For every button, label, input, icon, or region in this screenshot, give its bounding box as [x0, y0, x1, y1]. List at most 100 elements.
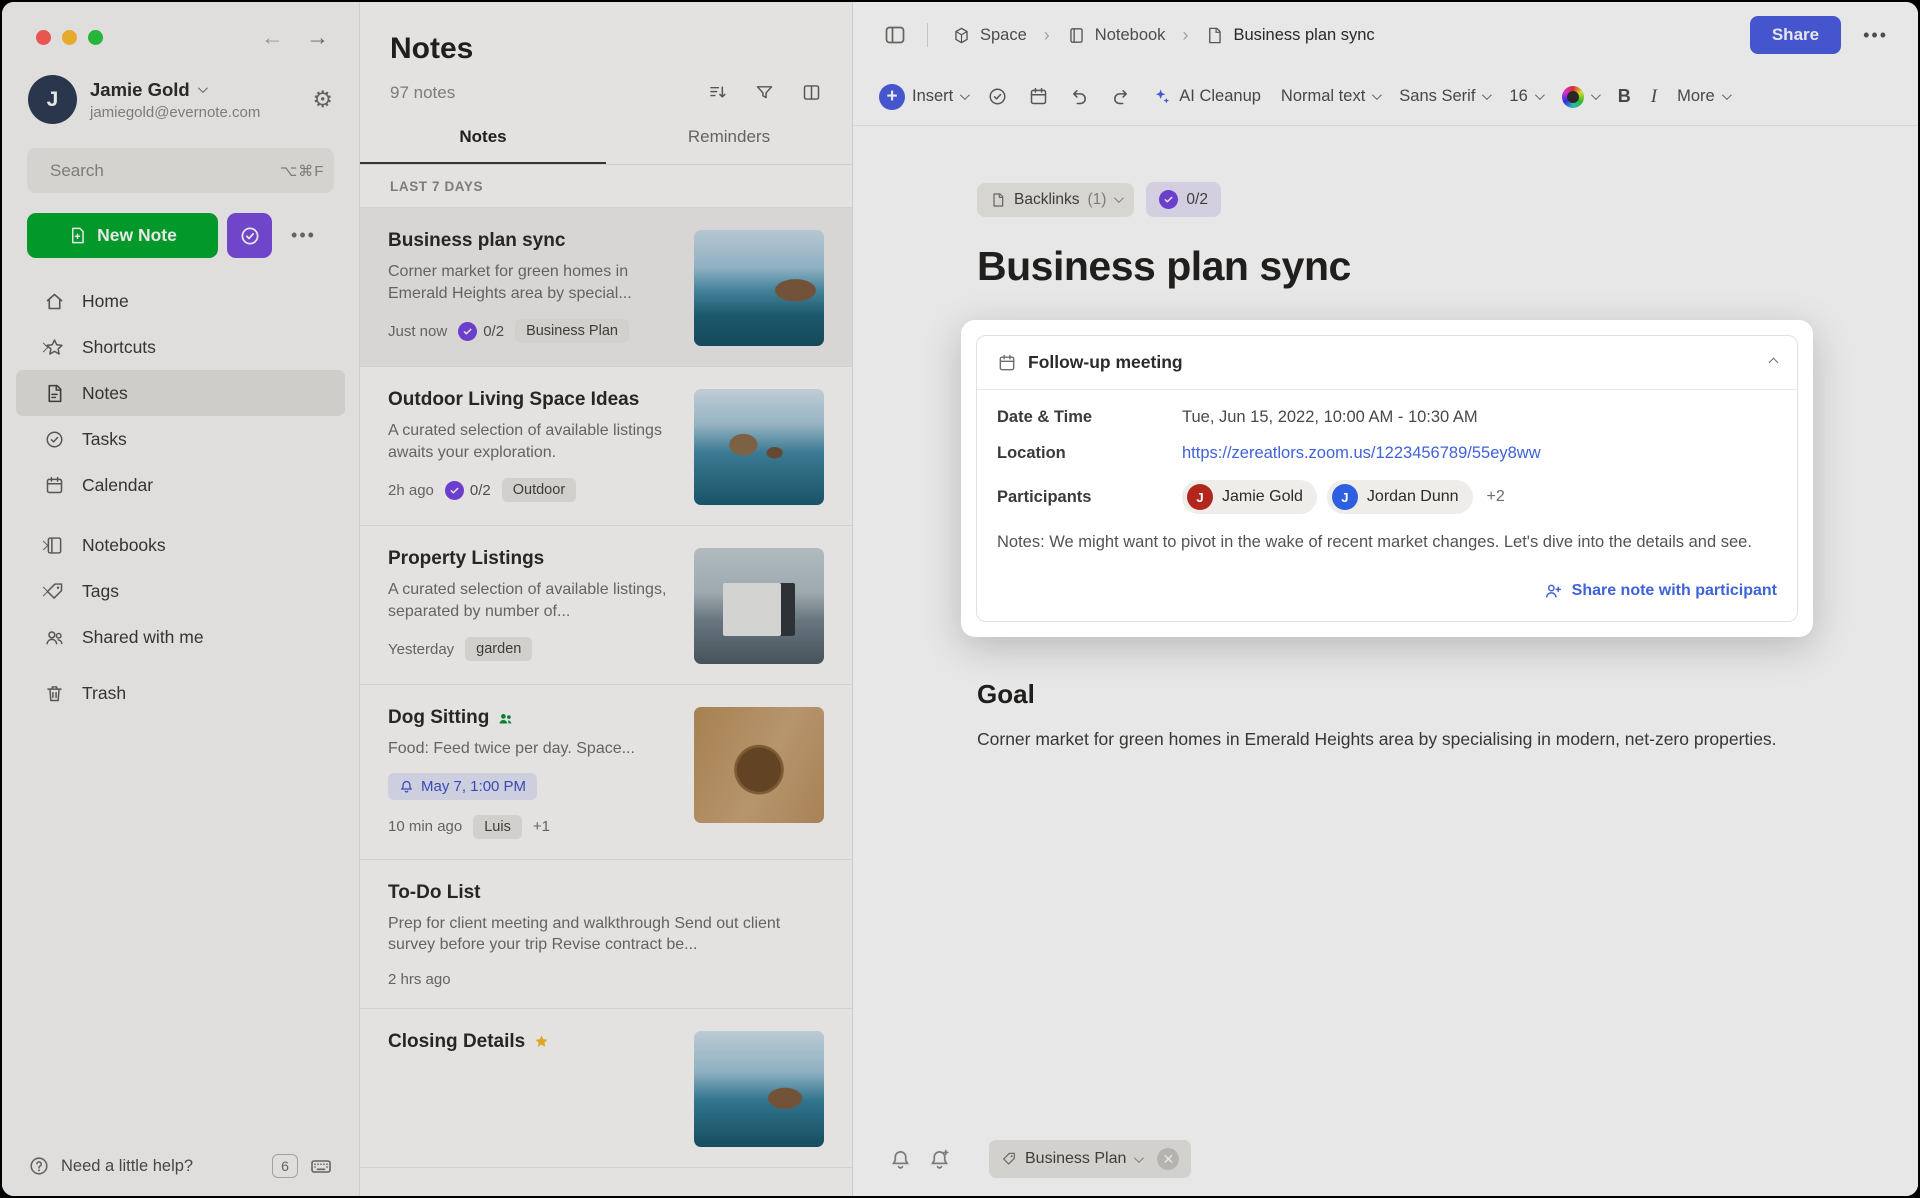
ai-cleanup-button[interactable]: AI Cleanup [1151, 86, 1261, 107]
breadcrumb-notebook[interactable]: Notebook [1067, 26, 1166, 45]
undo-button[interactable] [1069, 86, 1090, 107]
plus-icon: + [879, 84, 905, 110]
meeting-location-link[interactable]: https://zereatlors.zoom.us/1223456789/55… [1182, 444, 1541, 463]
new-task-button[interactable] [227, 213, 272, 258]
search-input[interactable] [50, 161, 271, 181]
note-tag[interactable]: Outdoor [502, 478, 576, 502]
account-menu[interactable]: J Jamie Gold jamiegold@evernote.com ⚙ [2, 57, 359, 134]
tab-reminders[interactable]: Reminders [606, 113, 852, 164]
breadcrumb-note[interactable]: Business plan sync [1205, 26, 1374, 45]
zoom-window-button[interactable] [88, 30, 103, 45]
note-card[interactable]: Closing Details [360, 1009, 852, 1168]
goal-text[interactable]: Corner market for green homes in Emerald… [977, 726, 1797, 753]
text-style-select[interactable]: Normal text [1281, 87, 1379, 106]
note-tag[interactable]: Luis [473, 815, 522, 839]
note-card[interactable]: Dog Sitting Food: Feed twice per day. Sp… [360, 685, 852, 860]
breadcrumb-space[interactable]: Space [952, 26, 1027, 45]
user-name: Jamie Gold [90, 79, 190, 101]
more-formatting-button[interactable]: More [1677, 87, 1729, 106]
tab-notes[interactable]: Notes [360, 113, 606, 164]
star-icon [533, 1033, 550, 1050]
calendar-icon [44, 475, 65, 496]
sidebar-item-trash[interactable]: Trash [16, 670, 345, 716]
people-icon [44, 627, 65, 648]
redo-button[interactable] [1110, 86, 1131, 107]
note-thumbnail [694, 548, 824, 664]
note-title: Business plan sync [388, 230, 676, 252]
italic-button[interactable]: I [1651, 86, 1657, 108]
search-bar[interactable]: ⌥⌘F [27, 148, 334, 193]
insert-button[interactable]: +Insert [879, 84, 967, 110]
font-select[interactable]: Sans Serif [1399, 87, 1489, 106]
meeting-widget-spotlight: Follow-up meeting Date & Time Tue, Jun 1… [961, 320, 1813, 637]
note-more-options-button[interactable]: ••• [1863, 25, 1888, 46]
settings-gear-icon[interactable]: ⚙ [312, 88, 333, 111]
close-window-button[interactable] [36, 30, 51, 45]
reminder-chip[interactable]: May 7, 1:00 PM [388, 773, 537, 800]
reminder-bell-button[interactable] [889, 1148, 912, 1171]
filter-button[interactable] [754, 82, 775, 103]
sidebar-item-notes[interactable]: Notes [16, 370, 345, 416]
note-snippet: A curated selection of available listing… [388, 420, 676, 463]
note-snippet: A curated selection of available listing… [388, 579, 676, 622]
note-time: Just now [388, 323, 447, 340]
back-arrow-button[interactable]: ← [261, 24, 284, 51]
participant-chip[interactable]: J Jamie Gold [1182, 480, 1317, 514]
app-window: ← → J Jamie Gold jamiegold@evernote.com … [2, 2, 1918, 1196]
layout-button[interactable] [801, 82, 822, 103]
sidebar-item-shortcuts[interactable]: Shortcuts [16, 324, 345, 370]
help-icon[interactable] [28, 1155, 50, 1177]
sort-button[interactable] [707, 82, 728, 103]
backlinks-chip[interactable]: Backlinks (1) [977, 183, 1134, 217]
minimize-window-button[interactable] [62, 30, 77, 45]
task-check-icon [239, 225, 261, 247]
note-title-heading[interactable]: Business plan sync [977, 243, 1797, 290]
sidebar-item-calendar[interactable]: Calendar [16, 462, 345, 508]
bold-button[interactable]: B [1618, 86, 1631, 107]
meeting-date-label: Date & Time [997, 408, 1182, 427]
task-progress-chip[interactable]: 0/2 [1146, 182, 1221, 217]
note-card[interactable]: Business plan sync Corner market for gre… [360, 208, 852, 367]
meeting-location-label: Location [997, 444, 1182, 463]
add-reminder-button[interactable] [928, 1148, 951, 1171]
collapse-note-list-button[interactable] [883, 23, 907, 47]
note-icon [1205, 26, 1224, 45]
note-tag[interactable]: garden [465, 637, 532, 661]
participants-more[interactable]: +2 [1487, 488, 1505, 506]
note-thumbnail [694, 707, 824, 823]
insert-task-button[interactable] [987, 86, 1008, 107]
divider [927, 23, 928, 47]
participant-avatar: J [1187, 484, 1213, 510]
participant-chip[interactable]: J Jordan Dunn [1327, 480, 1473, 514]
goal-heading[interactable]: Goal [977, 679, 1797, 710]
note-snippet: Corner market for green homes in Emerald… [388, 261, 676, 304]
font-size-select[interactable]: 16 [1509, 87, 1541, 106]
note-card[interactable]: Outdoor Living Space Ideas A curated sel… [360, 367, 852, 526]
sidebar-item-home[interactable]: Home [16, 278, 345, 324]
share-note-with-participant-link[interactable]: Share note with participant [997, 581, 1777, 601]
note-tag-chip[interactable]: Business Plan ✕ [989, 1140, 1191, 1178]
note-time: Yesterday [388, 641, 454, 658]
insert-calendar-button[interactable] [1028, 86, 1049, 107]
sidebar-item-notebooks[interactable]: Notebooks [16, 522, 345, 568]
help-label[interactable]: Need a little help? [61, 1157, 261, 1176]
note-cards: Business plan sync Corner market for gre… [360, 208, 852, 1196]
keyboard-icon[interactable] [309, 1154, 333, 1178]
task-icon [44, 429, 65, 450]
note-editor-panel: Space › Notebook › Business plan sync Sh… [853, 2, 1918, 1196]
new-note-button[interactable]: New Note [27, 213, 218, 258]
note-thumbnail [694, 1031, 824, 1147]
remove-tag-button[interactable]: ✕ [1157, 1148, 1179, 1170]
note-card[interactable]: Property Listings A curated selection of… [360, 526, 852, 685]
notes-count: 97 notes [390, 83, 707, 103]
share-button[interactable]: Share [1750, 16, 1841, 54]
sidebar-more-options-button[interactable]: ••• [281, 213, 326, 258]
forward-arrow-button[interactable]: → [306, 24, 329, 51]
note-tag[interactable]: Business Plan [515, 319, 629, 343]
sidebar-item-tasks[interactable]: Tasks [16, 416, 345, 462]
sidebar-item-shared-with-me[interactable]: Shared with me [16, 614, 345, 660]
collapse-meeting-button[interactable] [1769, 358, 1779, 368]
note-card[interactable]: To-Do List Prep for client meeting and w… [360, 860, 852, 1009]
color-picker-button[interactable] [1562, 86, 1598, 108]
sidebar-item-tags[interactable]: Tags [16, 568, 345, 614]
